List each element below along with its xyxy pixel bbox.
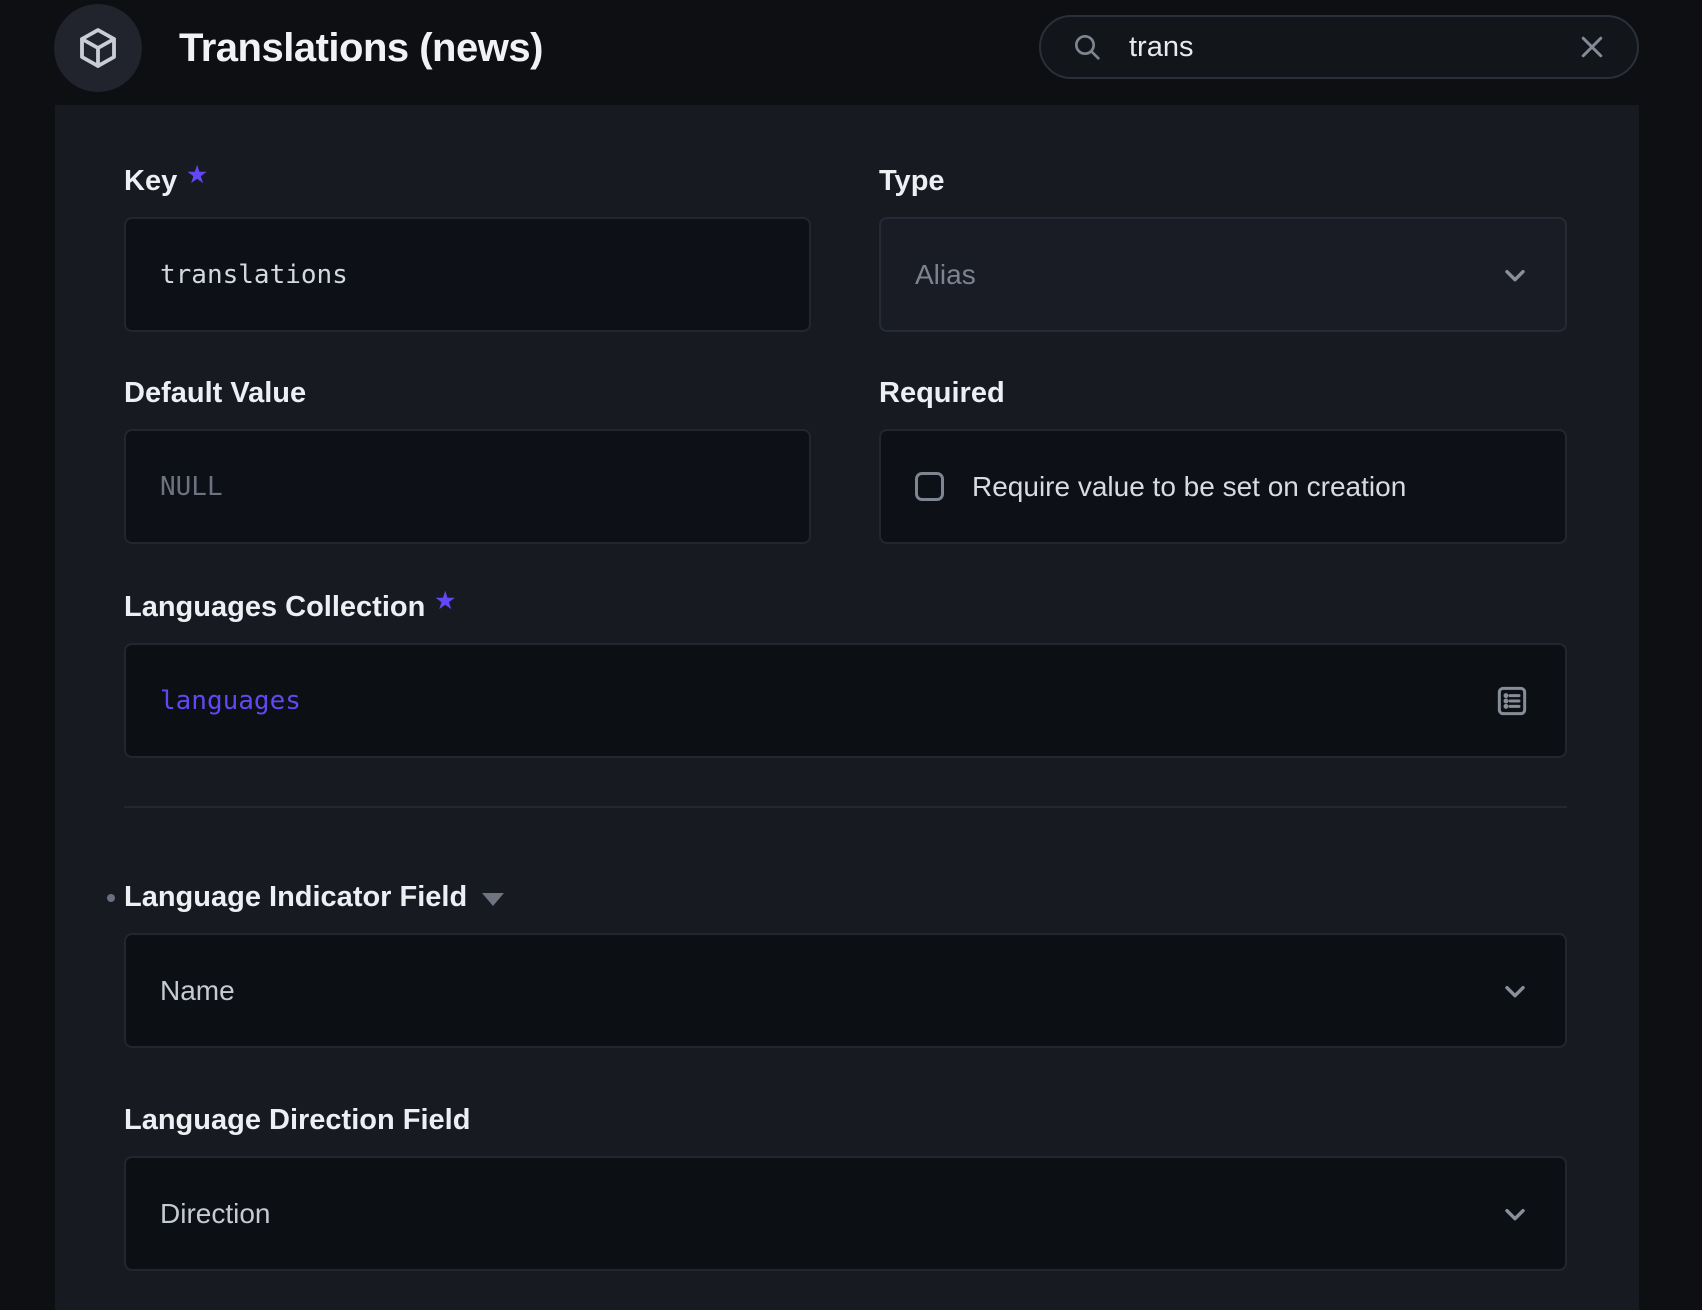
list-icon[interactable]	[1493, 682, 1531, 720]
field-detail-page: { "header": { "title": "Translations (ne…	[0, 0, 1702, 1310]
chevron-down-icon	[1499, 975, 1531, 1007]
required-checkbox-row[interactable]: Require value to be set on creation	[879, 429, 1567, 544]
languages-collection-value: languages	[160, 686, 301, 716]
modified-dot	[107, 894, 115, 902]
default-value-input-wrapper	[124, 429, 811, 544]
default-value-label: Default Value	[124, 376, 811, 410]
required-label-text: Required	[879, 377, 1005, 410]
close-icon[interactable]	[1577, 32, 1607, 62]
field-language-indicator: Language Indicator Field Name	[124, 880, 1567, 1048]
page-title: Translations (news)	[179, 0, 543, 96]
default-value-input[interactable]	[160, 472, 775, 502]
type-select-value: Alias	[915, 259, 976, 291]
section-divider	[124, 806, 1567, 808]
header: Translations (news)	[0, 0, 1702, 105]
field-settings-panel: Key ★ Type Alias Def	[55, 105, 1639, 1310]
search-bar[interactable]	[1039, 15, 1639, 79]
field-default-value: Default Value	[124, 376, 811, 544]
checkbox-unchecked[interactable]	[915, 472, 944, 501]
field-languages-collection: Languages Collection ★ languages	[124, 590, 1567, 758]
type-label: Type	[879, 164, 1567, 198]
key-input-wrapper	[124, 217, 811, 332]
field-required: Required Require value to be set on crea…	[879, 376, 1567, 544]
default-value-label-text: Default Value	[124, 377, 306, 410]
type-label-text: Type	[879, 165, 945, 198]
type-select[interactable]: Alias	[879, 217, 1567, 332]
field-type: Type Alias	[879, 164, 1567, 332]
language-indicator-select[interactable]: Name	[124, 933, 1567, 1048]
required-star-icon: ★	[187, 162, 207, 188]
cube-icon	[74, 24, 122, 72]
chevron-down-icon	[1499, 259, 1531, 291]
required-checkbox-label: Require value to be set on creation	[972, 471, 1406, 503]
key-label-text: Key	[124, 165, 177, 198]
language-direction-value: Direction	[160, 1198, 270, 1230]
languages-collection-label: Languages Collection ★	[124, 590, 1567, 624]
search-icon	[1071, 31, 1103, 63]
field-language-direction: Language Direction Field Direction	[124, 1103, 1567, 1271]
required-star-icon: ★	[435, 588, 455, 614]
form-row-default-required: Default Value Required Require value to …	[124, 376, 1567, 544]
field-key: Key ★	[124, 164, 811, 332]
required-label: Required	[879, 376, 1567, 410]
language-indicator-value: Name	[160, 975, 235, 1007]
language-indicator-label-text: Language Indicator Field	[124, 881, 467, 914]
language-direction-label: Language Direction Field	[124, 1103, 1567, 1137]
language-direction-label-text: Language Direction Field	[124, 1104, 470, 1137]
search-input[interactable]	[1129, 31, 1459, 64]
collection-icon-button[interactable]	[54, 4, 142, 92]
languages-collection-input[interactable]: languages	[124, 643, 1567, 758]
form-row-key-type: Key ★ Type Alias	[124, 164, 1567, 332]
language-indicator-label[interactable]: Language Indicator Field	[124, 880, 1567, 914]
key-input[interactable]	[160, 260, 775, 290]
languages-collection-label-text: Languages Collection	[124, 591, 425, 624]
caret-down-icon[interactable]	[482, 893, 504, 906]
language-direction-select[interactable]: Direction	[124, 1156, 1567, 1271]
chevron-down-icon	[1499, 1198, 1531, 1230]
key-label: Key ★	[124, 164, 811, 198]
